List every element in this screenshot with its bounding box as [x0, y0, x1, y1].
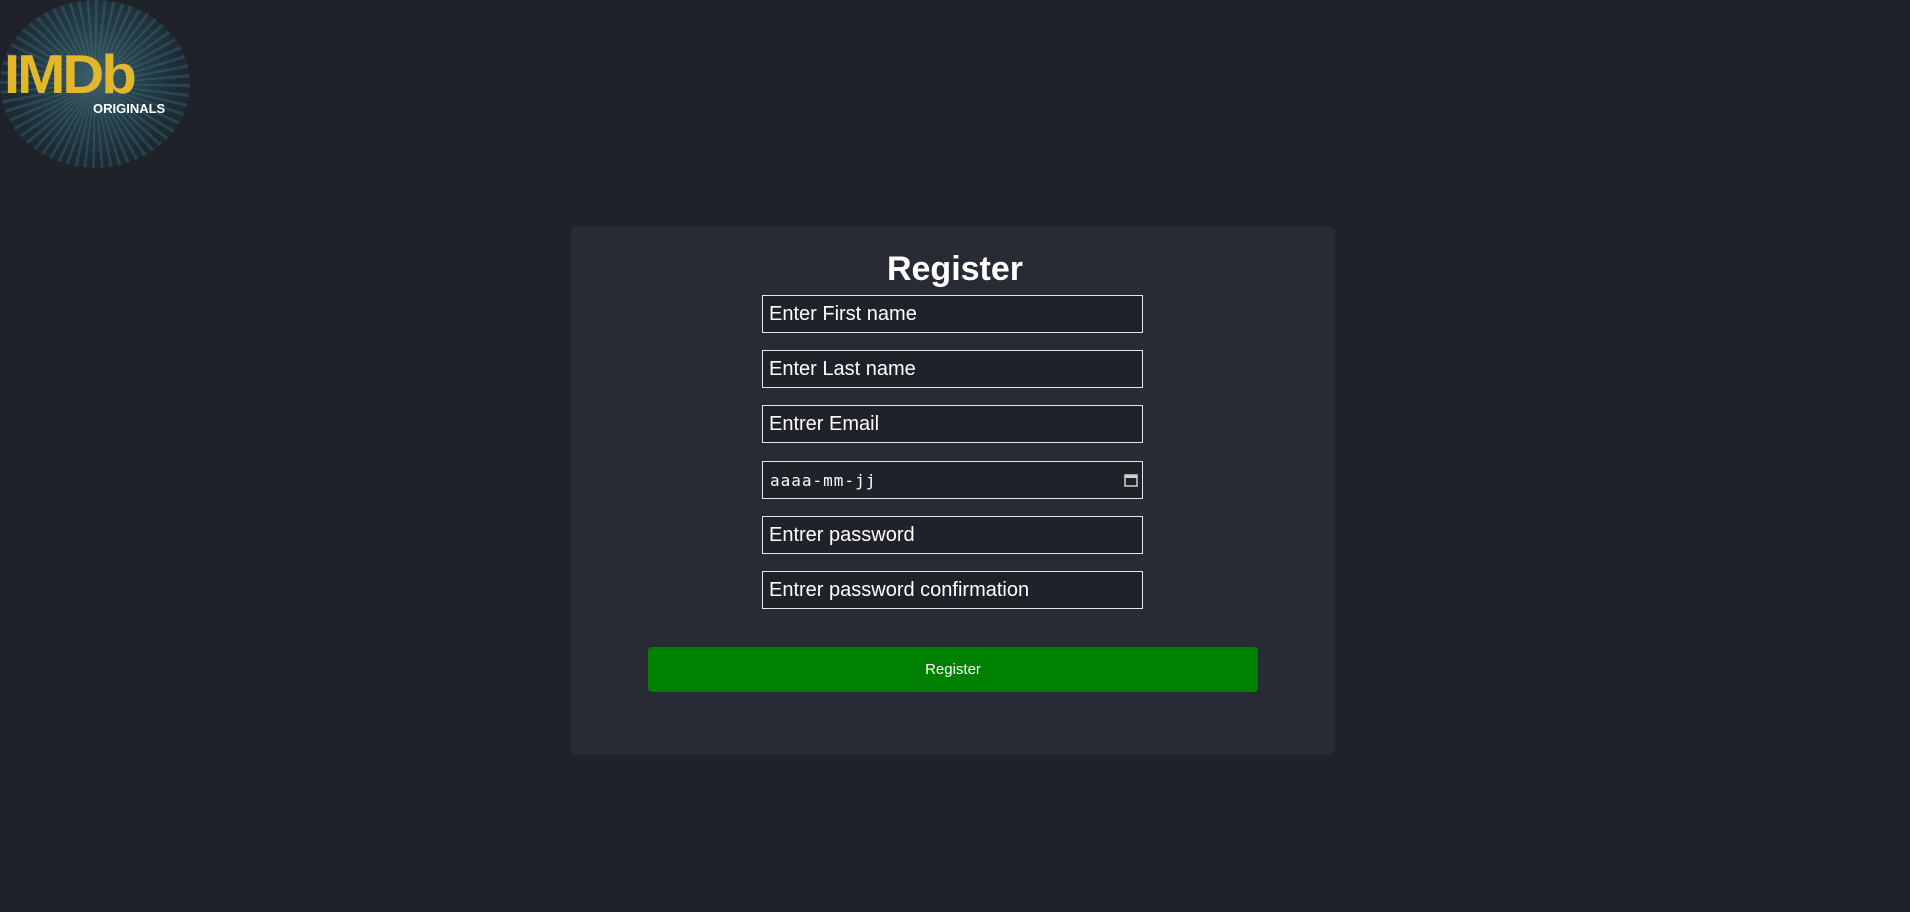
imdb-originals-logo[interactable]: IMDb ORIGINALS — [0, 0, 190, 168]
password-input[interactable] — [762, 516, 1143, 554]
birthdate-input[interactable]: aaaa-mm-jj — [762, 461, 1143, 499]
password-confirmation-input[interactable] — [762, 571, 1143, 609]
calendar-icon[interactable] — [1124, 473, 1138, 487]
logo-sub-text: ORIGINALS — [93, 101, 166, 116]
date-placeholder: aaaa-mm-jj — [770, 471, 877, 490]
register-button[interactable]: Register — [648, 647, 1258, 692]
first-name-input[interactable] — [762, 295, 1143, 333]
last-name-input[interactable] — [762, 350, 1143, 388]
email-input[interactable] — [762, 405, 1143, 443]
page-title: Register — [886, 250, 1024, 288]
page: IMDb ORIGINALS Register aaaa-mm-jj Regis… — [0, 0, 1910, 912]
logo-main-text: IMDb — [4, 43, 137, 106]
